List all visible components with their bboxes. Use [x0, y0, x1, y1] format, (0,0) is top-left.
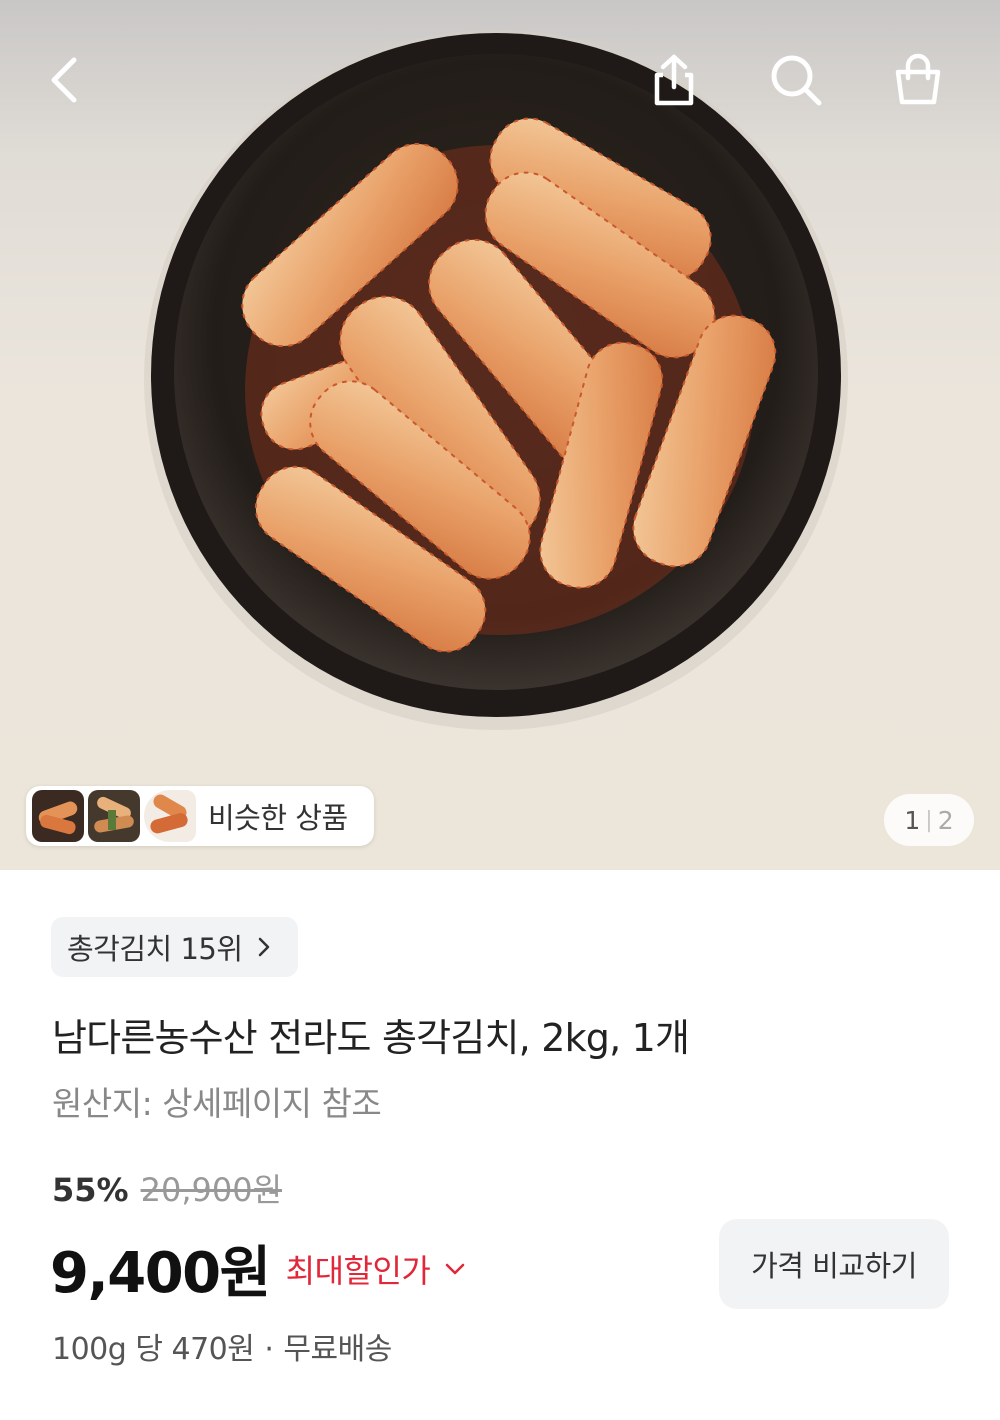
- sale-price: 9,400원: [50, 1241, 271, 1306]
- product-title: 남다른농수산 전라도 총각김치, 2kg, 1개: [52, 1016, 690, 1060]
- price-compare-button[interactable]: 가격 비교하기: [719, 1219, 949, 1309]
- back-button[interactable]: [28, 44, 100, 116]
- similar-products-label: 비슷한 상품: [208, 801, 348, 835]
- price-row: 9,400원 최대할인가: [50, 1228, 466, 1309]
- discount-rate: 55%: [52, 1171, 129, 1209]
- similar-thumb-2: [88, 790, 140, 842]
- max-discount-label: 최대할인가: [285, 1251, 431, 1290]
- product-origin: 원산지: 상세페이지 참조: [52, 1084, 382, 1123]
- unit-price: 100g 당 470원: [52, 1332, 255, 1367]
- pager-separator: |: [925, 807, 933, 833]
- similar-thumb-1: [32, 790, 84, 842]
- search-button[interactable]: [760, 44, 832, 116]
- share-button[interactable]: [638, 44, 710, 116]
- search-icon: [771, 55, 822, 106]
- pager-total: 2: [937, 805, 954, 835]
- unit-price-row: 100g 당 470원 · 무료배송: [52, 1324, 392, 1368]
- similar-products-button[interactable]: 비슷한 상품: [26, 786, 374, 846]
- product-photo: [144, 30, 848, 730]
- chevron-down-icon: [444, 1262, 466, 1276]
- category-rank-chip[interactable]: 총각김치 15위: [51, 917, 298, 977]
- cart-icon: [895, 53, 941, 105]
- back-icon: [51, 57, 77, 103]
- original-price: 20,900원: [140, 1171, 283, 1209]
- category-rank-label: 총각김치 15위: [67, 932, 243, 966]
- image-pager: 1 | 2: [884, 794, 974, 846]
- similar-thumb-3: [144, 790, 196, 842]
- cart-button[interactable]: [882, 44, 954, 116]
- separator-dot: ·: [264, 1332, 274, 1367]
- discount-row: 55% 20,900원: [52, 1165, 282, 1211]
- share-icon: [654, 54, 694, 106]
- max-discount-dropdown[interactable]: 최대할인가: [286, 1246, 467, 1292]
- product-image-area[interactable]: 비슷한 상품 1 | 2: [0, 0, 1000, 870]
- pager-current: 1: [904, 805, 921, 835]
- shipping-info: 무료배송: [283, 1332, 392, 1367]
- chevron-right-icon: [257, 936, 271, 958]
